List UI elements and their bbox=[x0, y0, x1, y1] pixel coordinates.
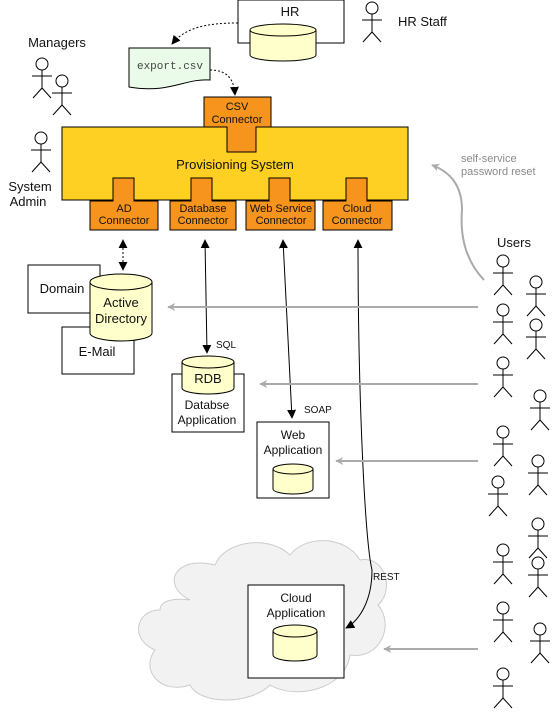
cloud-app-label: Cloud bbox=[280, 591, 311, 605]
self-service-label-2: password reset bbox=[461, 166, 536, 178]
self-service-arrow bbox=[431, 163, 485, 281]
svg-text:Active: Active bbox=[103, 295, 138, 310]
system-admin-label-2: Admin bbox=[10, 194, 47, 209]
user-actor bbox=[492, 425, 514, 467]
user-actor bbox=[527, 454, 549, 496]
email-label: E-Mail bbox=[79, 344, 116, 359]
hr-staff-label: HR Staff bbox=[398, 14, 447, 29]
web-app-label: Web bbox=[281, 428, 306, 442]
db-app-label-2: Application bbox=[178, 413, 237, 427]
svg-text:Connector: Connector bbox=[212, 114, 263, 126]
architecture-diagram: HR HR Staff export.csv Managers System A… bbox=[8, 0, 551, 709]
user-actor bbox=[487, 475, 509, 517]
manager-actor bbox=[31, 57, 53, 99]
web-app-label-2: Application bbox=[264, 443, 323, 457]
rest-label: REST bbox=[373, 572, 400, 583]
user-actor bbox=[492, 667, 514, 709]
user-actor bbox=[529, 389, 551, 431]
system-admin-label: System bbox=[8, 179, 51, 194]
hr-to-export-arrow bbox=[171, 22, 239, 45]
provisioning-title: Provisioning System bbox=[176, 157, 294, 172]
cloud-app-database-icon bbox=[272, 624, 318, 662]
svg-text:Connector: Connector bbox=[99, 215, 150, 227]
svg-text:Connector: Connector bbox=[256, 215, 307, 227]
active-directory-database: Active Directory bbox=[89, 273, 153, 342]
web-app-database-icon bbox=[272, 463, 314, 495]
cloud-app-label-2: Application bbox=[267, 606, 326, 620]
svg-text:RDB: RDB bbox=[194, 371, 221, 386]
svg-text:Database: Database bbox=[179, 203, 226, 215]
hr-label: HR bbox=[281, 4, 300, 19]
manager-actor bbox=[51, 74, 73, 116]
users-label: Users bbox=[497, 235, 531, 250]
sql-arrow bbox=[200, 239, 212, 354]
svg-text:Connector: Connector bbox=[178, 215, 229, 227]
export-file: export.csv bbox=[128, 47, 211, 90]
user-actor bbox=[527, 517, 549, 559]
user-actor bbox=[492, 303, 514, 345]
sql-label: SQL bbox=[216, 340, 236, 351]
export-to-csv-arrow bbox=[209, 69, 239, 96]
svg-text:Directory: Directory bbox=[95, 311, 148, 326]
user-actor bbox=[527, 556, 549, 598]
domain-label: Domain bbox=[40, 281, 85, 296]
user-actor bbox=[492, 601, 514, 643]
svg-text:CSV: CSV bbox=[226, 101, 249, 113]
hr-staff-actor bbox=[361, 1, 383, 43]
export-file-label: export.csv bbox=[137, 61, 203, 73]
managers-label: Managers bbox=[28, 35, 86, 50]
system-admin-actor bbox=[30, 131, 52, 173]
user-actor bbox=[529, 622, 551, 664]
rdb-database: RDB bbox=[181, 355, 235, 395]
svg-text:Cloud: Cloud bbox=[343, 203, 372, 215]
user-actor bbox=[525, 318, 547, 360]
hr-database-icon bbox=[249, 23, 317, 62]
user-actor bbox=[492, 254, 514, 296]
soap-arrow bbox=[278, 239, 297, 419]
svg-text:AD: AD bbox=[116, 203, 131, 215]
user-actor bbox=[525, 275, 547, 317]
db-app-label: Databse bbox=[185, 398, 230, 412]
svg-text:Web Service: Web Service bbox=[250, 203, 312, 215]
user-actor bbox=[492, 356, 514, 398]
hr-system: HR bbox=[237, 0, 345, 62]
self-service-label: self-service bbox=[461, 153, 517, 165]
soap-label: SOAP bbox=[304, 405, 332, 416]
user-actor bbox=[492, 543, 514, 585]
svg-text:Connector: Connector bbox=[332, 215, 383, 227]
